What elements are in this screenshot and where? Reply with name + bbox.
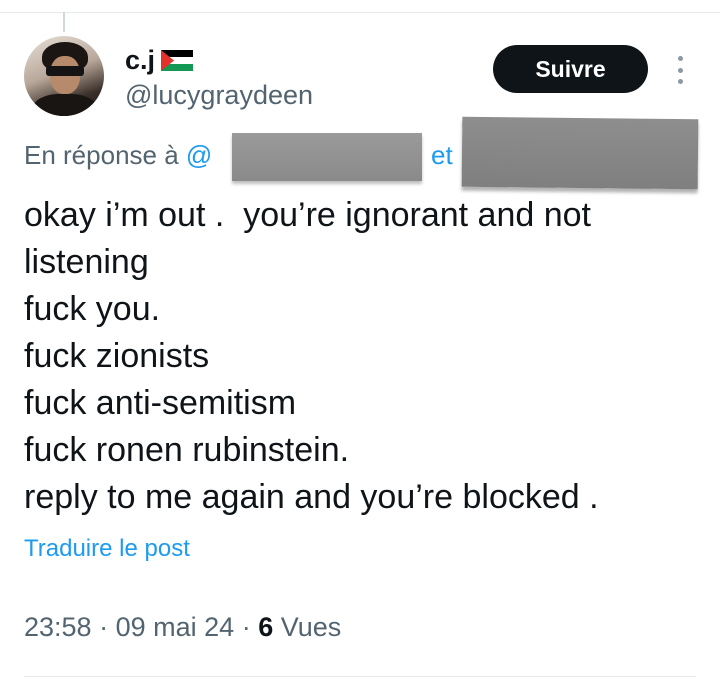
avatar[interactable] bbox=[24, 36, 104, 116]
redaction-box-1 bbox=[232, 133, 422, 181]
reply-conjunction: et bbox=[431, 140, 453, 170]
post-time[interactable]: 23:58 bbox=[24, 612, 92, 642]
reply-mention-1[interactable]: @ bbox=[186, 140, 212, 170]
post-line: listening bbox=[24, 243, 149, 281]
more-options-icon[interactable] bbox=[670, 56, 690, 84]
top-divider bbox=[0, 12, 720, 13]
avatar-body bbox=[32, 94, 98, 116]
redaction-box-2 bbox=[461, 116, 699, 190]
palestine-flag-icon bbox=[161, 49, 194, 71]
post-line: fuck you. bbox=[24, 290, 161, 328]
meta-separator: · bbox=[99, 612, 109, 642]
views-label: Vues bbox=[280, 612, 342, 642]
post-line: okay i’m out . you’re ignorant and not bbox=[24, 196, 591, 234]
avatar-sunglasses bbox=[46, 66, 84, 76]
author-display-name[interactable]: c.j bbox=[125, 44, 155, 76]
views-count: 6 bbox=[258, 612, 274, 642]
post-date[interactable]: 09 mai 24 bbox=[116, 612, 235, 642]
meta-separator: · bbox=[241, 612, 251, 642]
post-meta: 23:58 · 09 mai 24 · 6 Vues bbox=[24, 612, 341, 643]
reply-context: En réponse à @ bbox=[24, 140, 212, 171]
post-line: fuck ronen rubinstein. bbox=[24, 431, 350, 469]
reply-prefix: En réponse à bbox=[24, 140, 179, 170]
thread-connector-line bbox=[63, 12, 65, 32]
post-line: reply to me again and you’re blocked . bbox=[24, 478, 599, 516]
translate-post-link[interactable]: Traduire le post bbox=[24, 535, 190, 563]
bottom-divider bbox=[24, 676, 696, 677]
post-line: fuck anti-semitism bbox=[24, 384, 297, 422]
follow-button[interactable]: Suivre bbox=[493, 45, 648, 93]
author-handle[interactable]: @lucygraydeen bbox=[125, 80, 313, 111]
author-name-row[interactable]: c.j bbox=[125, 44, 194, 76]
post-text: okay i’m out . you’re ignorant and not l… bbox=[24, 192, 704, 521]
post-line: fuck zionists bbox=[24, 337, 210, 375]
